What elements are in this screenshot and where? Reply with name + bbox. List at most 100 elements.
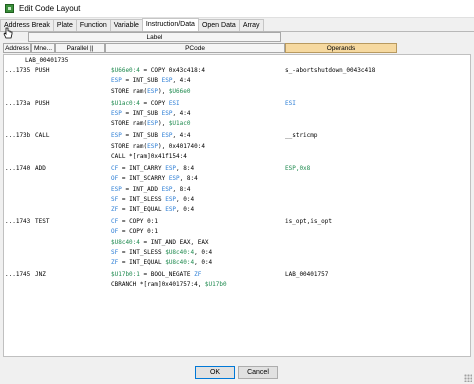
pcode-line: STORE ram(ESP), $U1ac0: [111, 119, 191, 129]
pcode-token: ESP: [147, 88, 158, 95]
instruction-mnemonic: ADD: [35, 165, 46, 172]
title-bar: Edit Code Layout: [0, 0, 474, 18]
pcode-token: , 8:4: [172, 186, 191, 193]
pcode-token: $U17b0: [204, 281, 227, 288]
pcode-token: , 8:4: [176, 165, 195, 172]
tab-bar: Address Break Plate Function Variable In…: [0, 18, 474, 32]
tab-open-data[interactable]: Open Data: [197, 19, 240, 31]
pcode-line: $U66e0:4 = COPY 0x43c418:4: [111, 66, 205, 76]
pcode-token: = BOOL_NEGATE: [139, 271, 195, 278]
pcode-line: STORE ram(ESP), $U66e0: [111, 87, 191, 97]
pcode-line: ZF = INT_EQUAL $U8c40:4, 0:4: [111, 258, 212, 268]
pcode-token: $U17b0:1: [111, 271, 140, 278]
header-pcode[interactable]: PCode: [105, 43, 285, 53]
pcode-line: OF = COPY 0:1: [111, 227, 158, 237]
instruction-address: ...173b: [5, 132, 31, 139]
pcode-token: = INT_EQUAL: [118, 206, 166, 213]
pcode-token: ESP: [168, 175, 180, 182]
instruction-operands: LAB_00401757: [285, 271, 329, 278]
pcode-token: = INT_SLESS: [118, 196, 166, 203]
pcode-token: ESP: [111, 110, 122, 117]
pcode-line: ZF = INT_EQUAL ESP, 0:4: [111, 205, 194, 215]
instruction-address: ...1735: [5, 67, 31, 74]
pcode-token: = COPY 0:1: [118, 228, 158, 235]
instruction-operands: ESI: [285, 100, 296, 107]
pcode-token: ESP: [161, 132, 173, 139]
button-bar: OK Cancel: [0, 360, 474, 384]
pcode-token: $U66e0:4: [111, 67, 140, 74]
pcode-token: = INT_EQUAL: [118, 259, 166, 266]
pcode-token: STORE ram(: [111, 88, 148, 95]
pcode-token: , 4:4: [172, 77, 191, 84]
instruction-address: ...1745: [5, 271, 31, 278]
pcode-token: ESP: [161, 110, 173, 117]
instruction-address: ...173a: [5, 100, 31, 107]
pcode-token: ESP: [161, 77, 173, 84]
pcode-token: = COPY: [139, 100, 169, 107]
tab-array[interactable]: Array: [238, 19, 264, 31]
pcode-line: SF = INT_SLESS $U8c40:4, 0:4: [111, 248, 212, 258]
pcode-token: = INT_SCARRY: [118, 175, 169, 182]
header-address[interactable]: Address: [3, 43, 31, 53]
pcode-token: STORE ram(: [111, 143, 148, 150]
pcode-token: = INT_SLESS: [118, 249, 166, 256]
pcode-token: = INT_ADD: [121, 186, 162, 193]
pcode-token: , 0:4: [176, 196, 195, 203]
pcode-line: ESP = INT_SUB ESP, 4:4: [111, 76, 191, 86]
hand-cursor-icon: [3, 27, 13, 39]
resize-grip-icon[interactable]: [464, 374, 472, 382]
pcode-line: ESP = INT_SUB ESP, 4:4: [111, 131, 191, 141]
window-title: Edit Code Layout: [19, 4, 81, 13]
pcode-line: CF = COPY 0:1: [111, 217, 158, 227]
tab-variable[interactable]: Variable: [109, 19, 143, 31]
pcode-token: ESP: [165, 165, 177, 172]
pcode-token: = INT_CARRY: [118, 165, 166, 172]
pcode-token: ESP: [161, 186, 173, 193]
pcode-token: ESI: [168, 100, 180, 107]
instruction-mnemonic: TEST: [35, 218, 50, 225]
pcode-line: ESP = INT_ADD ESP, 8:4: [111, 185, 191, 195]
cancel-button[interactable]: Cancel: [238, 366, 278, 379]
pcode-token: ESP: [165, 206, 177, 213]
pcode-token: ),: [157, 120, 169, 127]
code-listing[interactable]: LAB_00401735 ...1735 PUSH s_-abortshutdown…: [3, 54, 471, 357]
pcode-token: ), 0x401740:4: [157, 143, 205, 150]
header-mnemonic[interactable]: Mne...: [31, 43, 55, 53]
instruction-operands: is_opt,is_opt: [285, 218, 332, 225]
instruction-address: ...1740: [5, 165, 31, 172]
header-parallel[interactable]: Parallel ||: [55, 43, 105, 53]
pcode-token: = INT_SUB: [121, 110, 162, 117]
header-label[interactable]: Label: [28, 32, 281, 42]
tab-plate[interactable]: Plate: [52, 19, 77, 31]
pcode-line: CBRANCH *[ram]0x401757:4, $U17b0: [111, 280, 227, 290]
instruction-operands: s_-abortshutdown_0043c418: [285, 67, 376, 74]
pcode-token: ESP: [111, 77, 122, 84]
pcode-line: SF = INT_SLESS ESP, 0:4: [111, 195, 194, 205]
instruction-operands: ESP,0x8: [285, 165, 311, 172]
pcode-token: ESP: [111, 186, 122, 193]
pcode-token: CALL *[ram]0x41f154:4: [111, 153, 187, 160]
pcode-token: , 0:4: [194, 249, 213, 256]
instruction-mnemonic: CALL: [35, 132, 50, 139]
ok-button[interactable]: OK: [195, 366, 235, 379]
pcode-line: ESP = INT_SUB ESP, 4:4: [111, 109, 191, 119]
pcode-token: = INT_AND EAX, EAX: [139, 239, 209, 246]
pcode-token: , 0:4: [194, 259, 213, 266]
pcode-token: , 4:4: [172, 132, 191, 139]
pcode-line: $U8c40:4 = INT_AND EAX, EAX: [111, 238, 209, 248]
pcode-line: STORE ram(ESP), 0x401740:4: [111, 142, 205, 152]
pcode-token: ESP: [147, 143, 158, 150]
pcode-token: = COPY 0:1: [118, 218, 158, 225]
pcode-token: $U8c40:4: [111, 239, 140, 246]
tab-function[interactable]: Function: [75, 19, 111, 31]
pcode-token: ZF: [194, 271, 202, 278]
tab-instruction-data[interactable]: Instruction/Data: [141, 18, 199, 31]
pcode-token: $U1ac0:4: [111, 100, 140, 107]
pcode-token: $U8c40:4: [165, 249, 195, 256]
instruction-mnemonic: PUSH: [35, 67, 50, 74]
instruction-mnemonic: JNZ: [35, 271, 46, 278]
pcode-token: STORE ram(: [111, 120, 148, 127]
instruction-mnemonic: PUSH: [35, 100, 50, 107]
pcode-line: CF = INT_CARRY ESP, 8:4: [111, 164, 194, 174]
header-operands[interactable]: Operands: [285, 43, 397, 53]
